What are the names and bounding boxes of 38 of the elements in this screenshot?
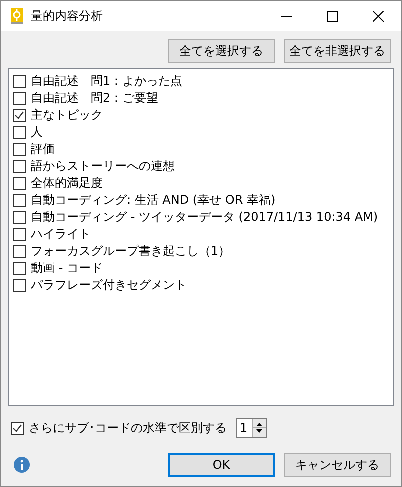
code-label[interactable]: 自動コーディング - ツイッターデータ (2017/11/13 10:34 AM) bbox=[31, 209, 378, 226]
code-label[interactable]: フォーカスグループ書き起こし（1） bbox=[31, 243, 231, 260]
code-label[interactable]: 評価 bbox=[31, 141, 55, 158]
code-label[interactable]: 全体的満足度 bbox=[31, 175, 103, 192]
close-icon bbox=[372, 10, 384, 22]
code-label[interactable]: パラフレーズ付きセグメント bbox=[31, 277, 187, 294]
cancel-button[interactable]: キャンセルする bbox=[284, 453, 391, 477]
app-icon bbox=[11, 8, 23, 24]
checkbox[interactable] bbox=[11, 422, 24, 434]
code-label[interactable]: 人 bbox=[31, 124, 43, 141]
checkbox[interactable] bbox=[13, 92, 26, 105]
checkbox[interactable] bbox=[13, 109, 26, 122]
code-label[interactable]: 語からストーリーへの連想 bbox=[31, 158, 175, 175]
maximize-icon bbox=[326, 10, 338, 22]
deselect-all-button[interactable]: 全てを非選択する bbox=[284, 39, 391, 63]
checkbox[interactable] bbox=[13, 211, 26, 224]
select-all-button[interactable]: 全てを選択する bbox=[168, 39, 275, 63]
checkbox[interactable] bbox=[13, 160, 26, 173]
code-label[interactable]: 自由記述 問1：よかった点 bbox=[31, 73, 183, 90]
code-label[interactable]: 主なトピック bbox=[31, 107, 103, 124]
checkbox[interactable] bbox=[13, 143, 26, 156]
ok-button[interactable]: OK bbox=[168, 453, 275, 477]
code-label[interactable]: ハイライト bbox=[31, 226, 91, 243]
level-spinner[interactable]: 1 bbox=[236, 418, 267, 438]
code-label[interactable]: 動画 - コード bbox=[31, 260, 103, 277]
subcode-label[interactable]: さらにサブ･コードの水準で区別する bbox=[29, 420, 227, 436]
checkbox[interactable] bbox=[13, 279, 26, 292]
info-icon[interactable] bbox=[14, 457, 30, 473]
code-label[interactable]: 自由記述 問2：ご要望 bbox=[31, 90, 159, 107]
window-title: 量的内容分析 bbox=[31, 8, 104, 24]
checkbox[interactable] bbox=[13, 194, 26, 207]
code-label[interactable]: 自動コーディング: 生活 AND (幸せ OR 幸福) bbox=[31, 192, 276, 209]
checkbox[interactable] bbox=[13, 126, 26, 139]
checkbox[interactable] bbox=[13, 262, 26, 275]
checkbox[interactable] bbox=[13, 245, 26, 258]
checkbox[interactable] bbox=[13, 177, 26, 190]
checkbox[interactable] bbox=[13, 228, 26, 241]
checkbox[interactable] bbox=[13, 75, 26, 88]
